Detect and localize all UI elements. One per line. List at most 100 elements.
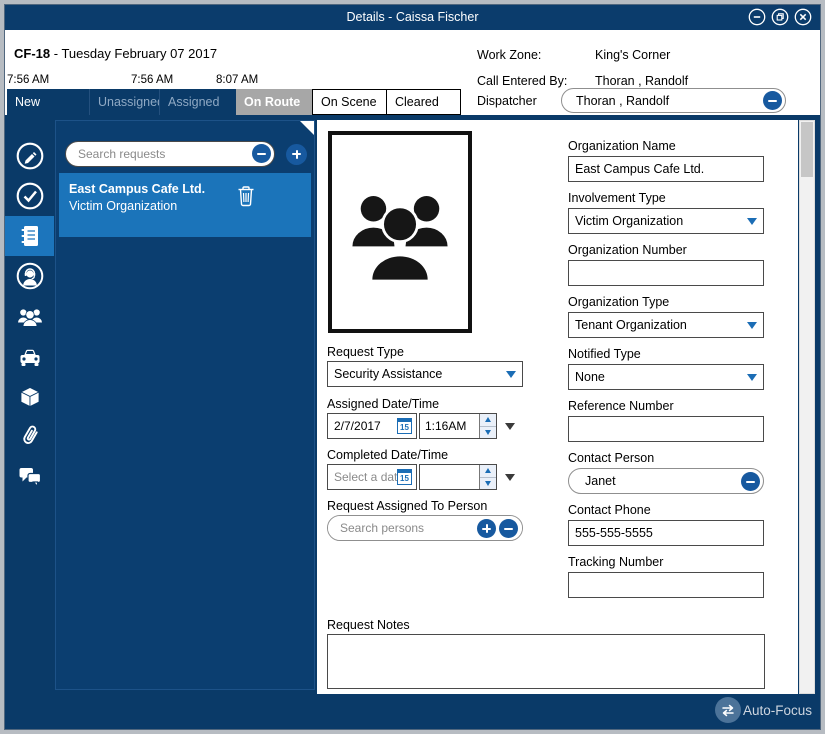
- details-window: Details - Caissa Fischer CF-18 - Tuesday…: [4, 4, 821, 730]
- organization-fields: Organization Name Involvement Type Victi…: [568, 139, 764, 607]
- time-new: 7:56 AM: [7, 74, 49, 86]
- assigned-person-search: [327, 515, 523, 541]
- assigned-datetime-row: 2/7/2017 15 1:16AM: [327, 413, 515, 439]
- request-item-subtitle: Victim Organization: [69, 199, 301, 213]
- delete-request-button[interactable]: [236, 185, 256, 212]
- pencil-icon: [15, 141, 45, 171]
- search-requests-input[interactable]: [65, 141, 275, 167]
- vertical-scrollbar[interactable]: [799, 120, 815, 694]
- involvement-type-select[interactable]: Victim Organization: [568, 208, 764, 234]
- dispatcher-combobox[interactable]: Thoran , Randolf: [561, 88, 786, 113]
- add-person-button[interactable]: [477, 519, 496, 538]
- arrow-down-icon: [485, 430, 491, 435]
- status-tabs: New Unassigned Assigned On Route On Scen…: [7, 89, 461, 115]
- sidebar-item-attachments[interactable]: [5, 416, 54, 456]
- close-button[interactable]: [794, 8, 812, 26]
- add-request-button[interactable]: [286, 144, 307, 165]
- auto-focus-label: Auto-Focus: [743, 703, 812, 718]
- sidebar-item-property[interactable]: [5, 376, 54, 416]
- chevron-down-icon: [747, 218, 757, 225]
- time-assigned: 7:56 AM: [131, 74, 173, 86]
- tab-assigned[interactable]: Assigned: [159, 89, 236, 115]
- organization-name-input[interactable]: [568, 156, 764, 182]
- window-title: Details - Caissa Fischer: [5, 10, 820, 24]
- tab-new[interactable]: New: [7, 89, 89, 115]
- tab-on-route[interactable]: On Route: [236, 89, 312, 115]
- reference-number-input[interactable]: [568, 416, 764, 442]
- remove-person-button[interactable]: [499, 519, 518, 538]
- restore-icon: [771, 8, 789, 26]
- request-type-select[interactable]: Security Assistance: [327, 361, 523, 387]
- request-type-value: Security Assistance: [334, 367, 442, 381]
- reference-number-label: Reference Number: [568, 399, 764, 414]
- scrollbar-thumb[interactable]: [801, 122, 813, 177]
- completed-time-field[interactable]: [419, 464, 497, 490]
- remove-contact-button[interactable]: [741, 472, 760, 491]
- completed-datetime-label: Completed Date/Time: [327, 448, 448, 462]
- time-onroute: 8:07 AM: [216, 74, 258, 86]
- sidebar-item-vehicles[interactable]: [5, 336, 54, 376]
- organization-photo[interactable]: [328, 131, 472, 333]
- panel-corner-fold[interactable]: [300, 121, 314, 135]
- minimize-button[interactable]: [748, 8, 766, 26]
- organization-type-select[interactable]: Tenant Organization: [568, 312, 764, 338]
- tab-unassigned[interactable]: Unassigned: [89, 89, 159, 115]
- spinner-down-button[interactable]: [480, 478, 496, 490]
- contact-person-combobox[interactable]: Janet: [568, 468, 764, 494]
- header: CF-18 - Tuesday February 07 2017 Work Zo…: [5, 30, 820, 115]
- tracking-number-label: Tracking Number: [568, 555, 764, 570]
- completed-date-field[interactable]: Select a dat 15: [327, 464, 417, 490]
- completed-datetime-row: Select a dat 15: [327, 464, 515, 490]
- notified-type-select[interactable]: None: [568, 364, 764, 390]
- status-times: 7:56 AM 7:56 AM 8:07 AM: [5, 74, 820, 88]
- completed-date-placeholder: Select a dat: [334, 470, 397, 484]
- assigned-time-field[interactable]: 1:16AM: [419, 413, 497, 439]
- sidebar-item-edit[interactable]: [5, 136, 54, 176]
- time-dropdown-button[interactable]: [505, 474, 515, 481]
- titlebar[interactable]: Details - Caissa Fischer: [5, 5, 820, 30]
- tab-cleared[interactable]: Cleared: [387, 89, 461, 115]
- involvement-type-label: Involvement Type: [568, 191, 764, 206]
- calendar-icon[interactable]: 15: [397, 418, 412, 434]
- organization-number-input[interactable]: [568, 260, 764, 286]
- spinner-down-button[interactable]: [480, 427, 496, 439]
- assigned-date-field[interactable]: 2/7/2017 15: [327, 413, 417, 439]
- case-title: CF-18 - Tuesday February 07 2017: [14, 46, 217, 61]
- arrow-up-icon: [485, 468, 491, 473]
- dispatcher-row: Dispatcher Thoran , Randolf: [477, 88, 786, 113]
- request-notes-label: Request Notes: [327, 618, 410, 632]
- sidebar-item-tasks[interactable]: [5, 176, 54, 216]
- auto-focus-button[interactable]: [715, 697, 741, 723]
- arrow-up-icon: [485, 417, 491, 422]
- spinner-up-button[interactable]: [480, 414, 496, 427]
- time-spinner: [479, 414, 496, 438]
- chat-icon: [15, 461, 45, 491]
- swap-arrows-icon: [720, 704, 736, 717]
- sidebar-item-dispatch[interactable]: [5, 256, 54, 296]
- chevron-down-icon: [747, 374, 757, 381]
- close-icon: [794, 8, 812, 26]
- time-dropdown-button[interactable]: [505, 423, 515, 430]
- arrow-down-icon: [485, 481, 491, 486]
- request-type-label: Request Type: [327, 345, 404, 359]
- chevron-down-icon: [506, 371, 516, 378]
- request-list-item[interactable]: East Campus Cafe Ltd. Victim Organizatio…: [59, 173, 311, 237]
- contact-phone-input[interactable]: [568, 520, 764, 546]
- time-spinner: [479, 465, 496, 489]
- sidebar-item-comments[interactable]: [5, 456, 54, 496]
- calendar-icon[interactable]: 15: [397, 469, 412, 485]
- clear-search-button[interactable]: [252, 144, 271, 163]
- tab-on-scene[interactable]: On Scene: [312, 89, 387, 115]
- dispatcher-remove-button[interactable]: [763, 91, 782, 110]
- people-group-icon: [15, 301, 45, 331]
- sidebar-item-people[interactable]: [5, 296, 54, 336]
- notified-type-label: Notified Type: [568, 347, 764, 362]
- organization-number-label: Organization Number: [568, 243, 764, 258]
- car-icon: [15, 341, 45, 371]
- restore-button[interactable]: [771, 8, 789, 26]
- sidebar-item-journal[interactable]: [5, 216, 54, 256]
- request-notes-textarea[interactable]: [327, 634, 765, 689]
- contact-phone-label: Contact Phone: [568, 503, 764, 518]
- tracking-number-input[interactable]: [568, 572, 764, 598]
- spinner-up-button[interactable]: [480, 465, 496, 478]
